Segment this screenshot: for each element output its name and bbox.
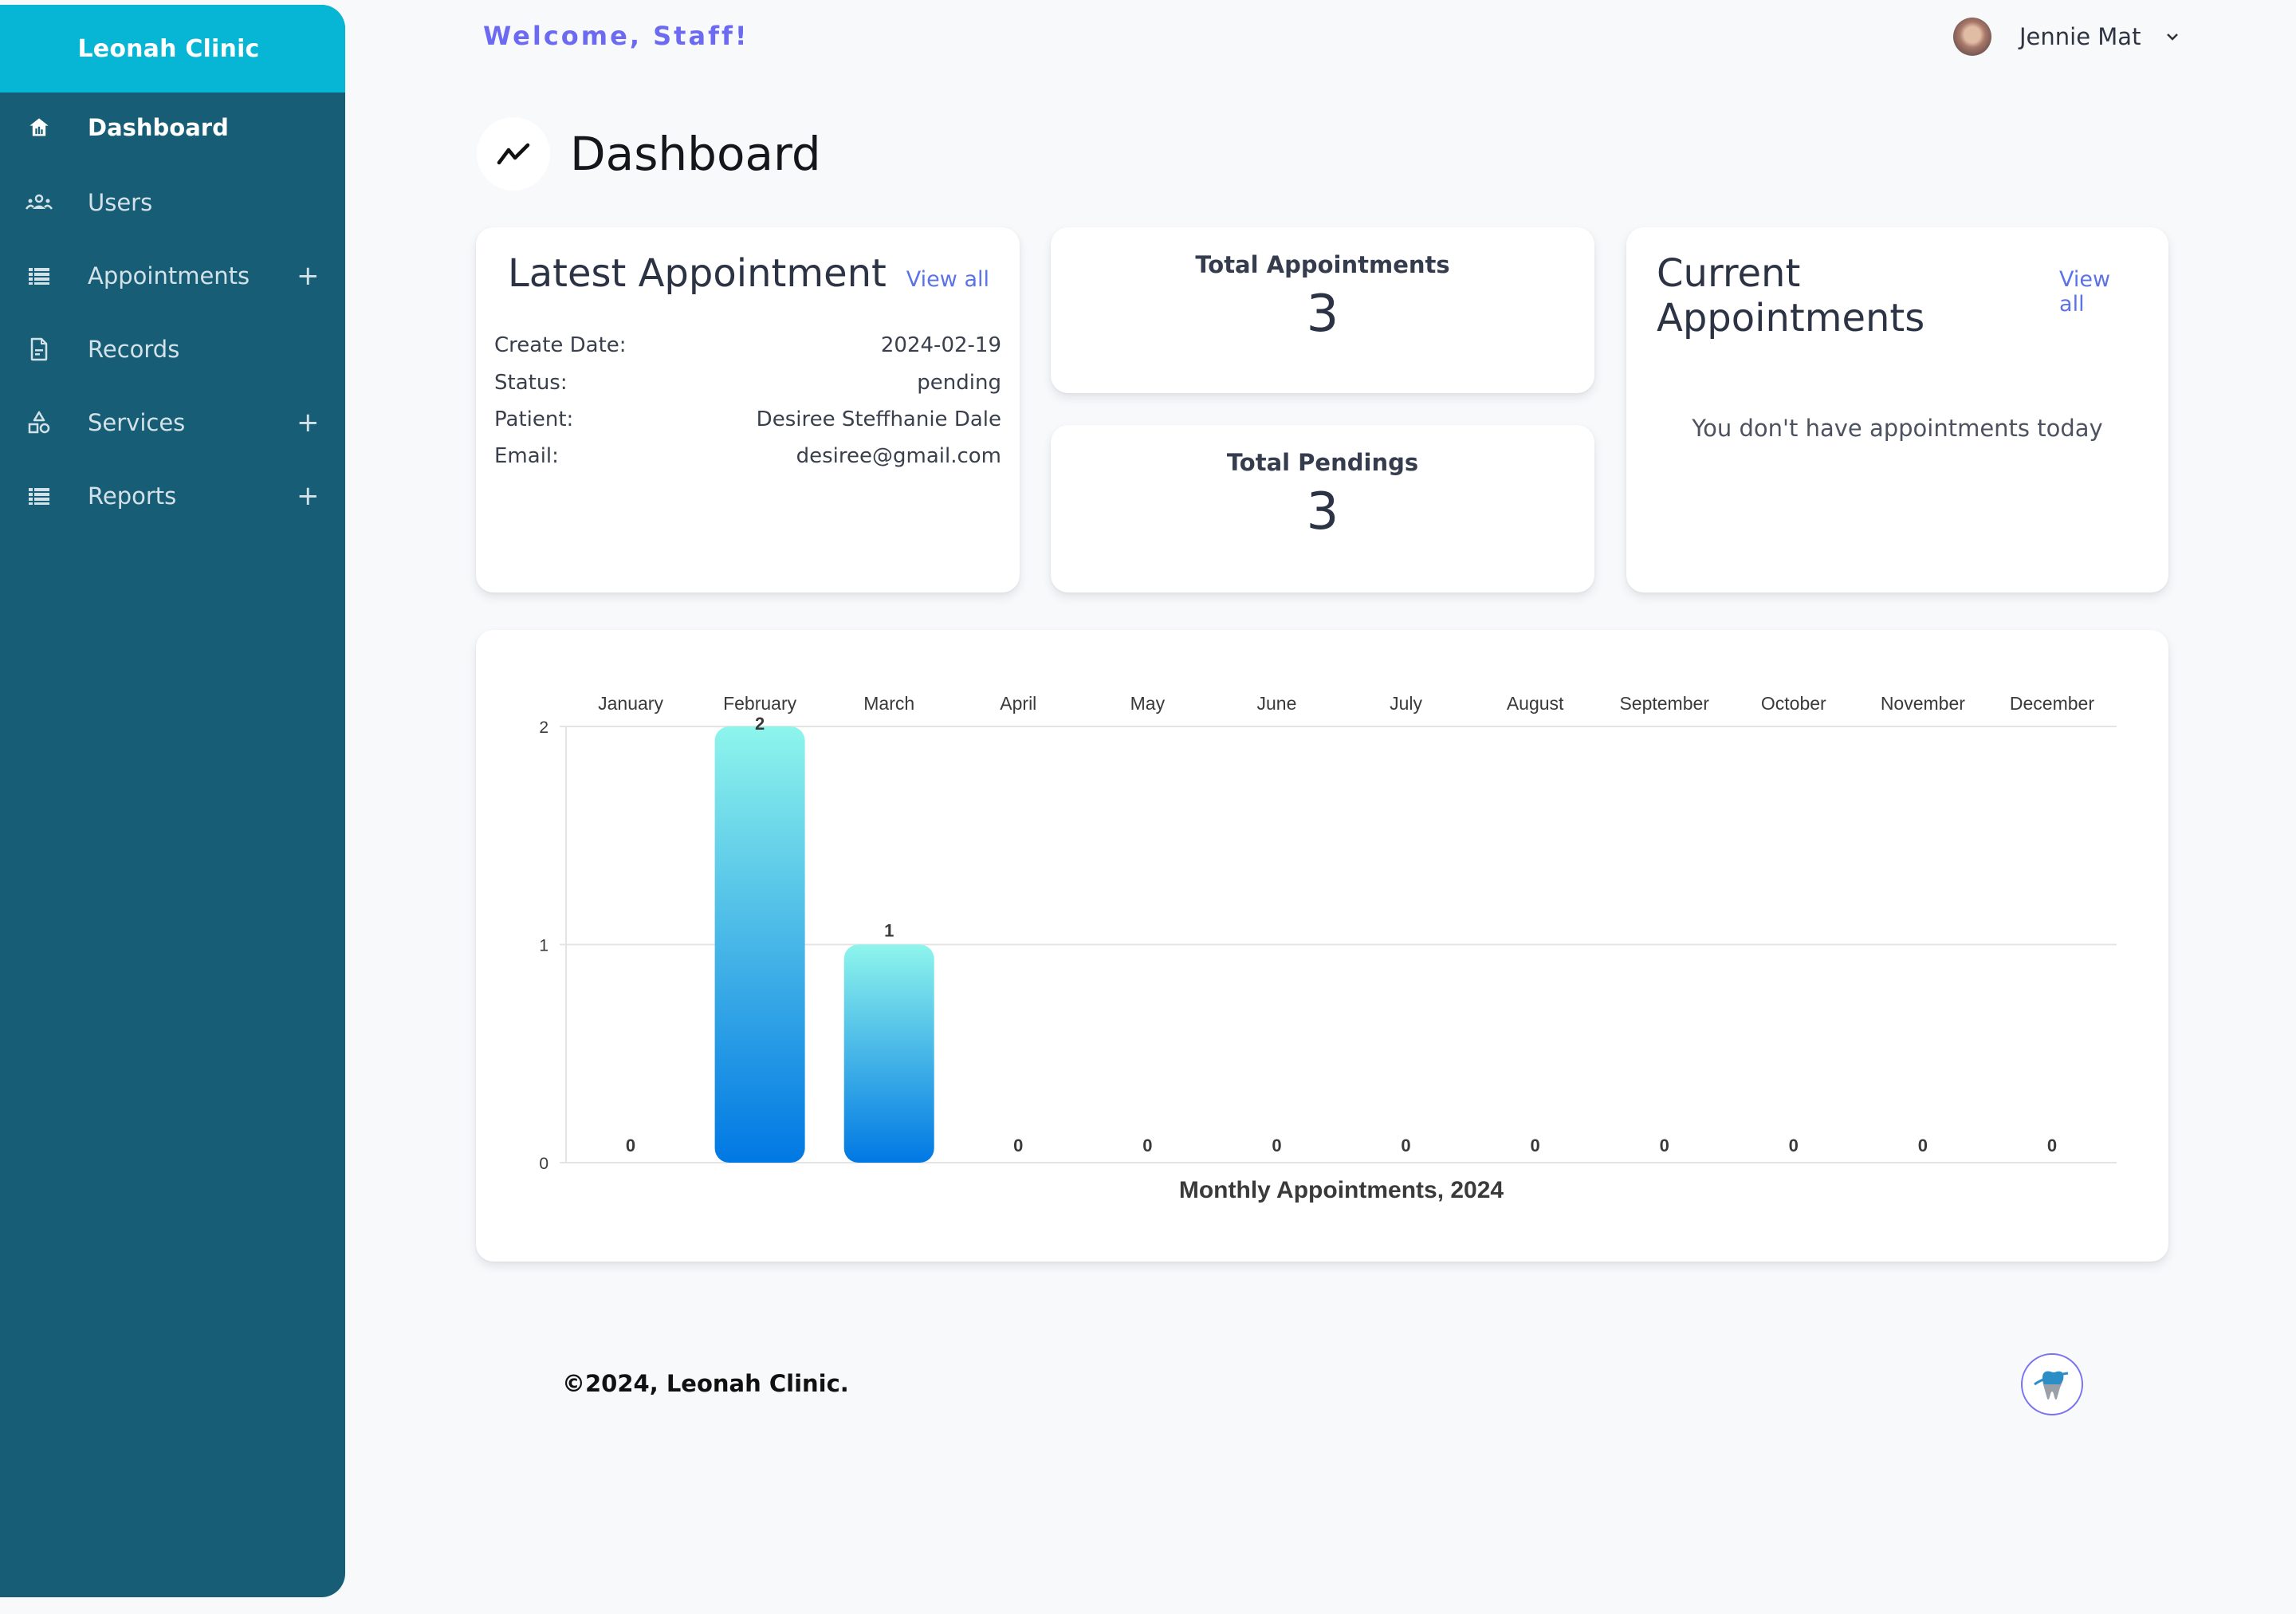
chart-title: Monthly Appointments, 2024 bbox=[1179, 1177, 1504, 1203]
total-appointments-card: Total Appointments 3 bbox=[1051, 227, 1594, 393]
detail-label: Create Date: bbox=[494, 333, 627, 357]
data-label: 0 bbox=[1531, 1136, 1540, 1155]
shapes-icon bbox=[26, 409, 53, 436]
document-icon bbox=[26, 336, 53, 363]
detail-value: 2024-02-19 bbox=[880, 333, 1001, 357]
data-label: 0 bbox=[1660, 1136, 1669, 1155]
sidebar-item-label: Reports bbox=[88, 482, 177, 510]
x-tick-label: January bbox=[598, 693, 663, 714]
page-header: Dashboard bbox=[477, 117, 821, 191]
card-title: Current Appointments bbox=[1657, 251, 1925, 341]
latest-appointment-card: Latest Appointment View all Create Date:… bbox=[476, 227, 1020, 592]
card-header: Latest Appointment View all bbox=[508, 251, 989, 296]
view-all-link[interactable]: View all bbox=[906, 267, 989, 292]
sidebar-item-label: Appointments bbox=[88, 262, 250, 289]
users-icon bbox=[26, 189, 53, 216]
detail-label: Status: bbox=[494, 371, 568, 395]
x-tick-label: April bbox=[1000, 693, 1036, 714]
x-tick-label: February bbox=[723, 693, 797, 714]
sidebar: Leonah Clinic Dashboard Users Appointmen… bbox=[0, 5, 345, 1597]
detail-label: Email: bbox=[494, 444, 559, 468]
y-tick-label: 2 bbox=[539, 718, 548, 737]
data-label: 0 bbox=[626, 1136, 635, 1155]
x-tick-label: March bbox=[863, 693, 914, 714]
bar[interactable] bbox=[843, 944, 934, 1163]
sidebar-item-label: Services bbox=[88, 409, 186, 436]
detail-label: Patient: bbox=[494, 407, 574, 431]
stat-label: Total Pendings bbox=[1226, 449, 1419, 476]
list-icon bbox=[26, 482, 53, 510]
tooth-logo-icon bbox=[2021, 1353, 2083, 1415]
sidebar-header: Leonah Clinic bbox=[0, 5, 345, 93]
detail-row: Create Date: 2024-02-19 bbox=[494, 333, 1001, 357]
monthly-appointments-chart: 012January0February2March1April0May0June… bbox=[539, 693, 2117, 1203]
detail-row: Patient: Desiree Steffhanie Dale bbox=[494, 407, 1001, 431]
view-all-link[interactable]: View all bbox=[2059, 267, 2138, 317]
detail-row: Status: pending bbox=[494, 371, 1001, 395]
y-tick-label: 1 bbox=[539, 937, 548, 955]
sidebar-item-users[interactable]: Users bbox=[0, 171, 345, 234]
sidebar-item-appointments[interactable]: Appointments + bbox=[0, 244, 345, 308]
x-tick-label: December bbox=[2010, 693, 2094, 714]
data-label: 1 bbox=[884, 921, 894, 941]
welcome-message: Welcome, Staff! bbox=[483, 21, 749, 51]
data-label: 0 bbox=[1272, 1136, 1281, 1155]
user-name[interactable]: Jennie Mat bbox=[2019, 23, 2141, 50]
sidebar-item-label: Users bbox=[88, 189, 153, 216]
data-label: 0 bbox=[1789, 1136, 1799, 1155]
detail-value: Desiree Steffhanie Dale bbox=[756, 407, 1001, 431]
expand-icon[interactable]: + bbox=[297, 407, 320, 439]
home-icon bbox=[26, 114, 53, 141]
detail-value: desiree@gmail.com bbox=[796, 444, 1001, 468]
current-appointments-card: Current Appointments View all You don't … bbox=[1626, 227, 2168, 592]
sidebar-item-services[interactable]: Services + bbox=[0, 391, 345, 455]
data-label: 0 bbox=[1142, 1136, 1152, 1155]
page-title: Dashboard bbox=[570, 127, 821, 181]
sidebar-item-label: Records bbox=[88, 336, 180, 363]
expand-icon[interactable]: + bbox=[297, 260, 320, 292]
data-label: 0 bbox=[1918, 1136, 1928, 1155]
x-tick-label: November bbox=[1881, 693, 1965, 714]
x-tick-label: October bbox=[1761, 693, 1826, 714]
footer-copyright: ©2024, Leonah Clinic. bbox=[562, 1370, 849, 1397]
x-tick-label: May bbox=[1130, 693, 1166, 714]
x-tick-label: July bbox=[1390, 693, 1422, 714]
stat-label: Total Appointments bbox=[1195, 251, 1450, 278]
empty-state-message: You don't have appointments today bbox=[1692, 415, 2103, 442]
data-label: 2 bbox=[755, 714, 765, 734]
x-tick-label: September bbox=[1619, 693, 1709, 714]
sidebar-item-records[interactable]: Records bbox=[0, 317, 345, 381]
data-label: 0 bbox=[2047, 1136, 2057, 1155]
card-title: Latest Appointment bbox=[508, 251, 887, 296]
chevron-down-icon[interactable] bbox=[2164, 29, 2180, 45]
total-pendings-card: Total Pendings 3 bbox=[1051, 425, 1594, 592]
detail-row: Email: desiree@gmail.com bbox=[494, 444, 1001, 468]
data-label: 0 bbox=[1401, 1136, 1410, 1155]
detail-value: pending bbox=[917, 371, 1001, 395]
y-tick-label: 0 bbox=[539, 1155, 548, 1173]
expand-icon[interactable]: + bbox=[297, 480, 320, 512]
bar[interactable] bbox=[714, 726, 805, 1163]
list-icon bbox=[26, 262, 53, 289]
sidebar-item-reports[interactable]: Reports + bbox=[0, 464, 345, 528]
avatar[interactable] bbox=[1953, 18, 1991, 56]
stat-value: 3 bbox=[1306, 482, 1339, 541]
x-tick-label: August bbox=[1507, 693, 1564, 714]
monthly-appointments-chart-card: 0 1 2 January 0 February 2 March 1 April 0 May 0 June… bbox=[476, 630, 2168, 1262]
brand-name[interactable]: Leonah Clinic bbox=[77, 35, 259, 63]
x-tick-label: June bbox=[1257, 693, 1297, 714]
user-menu[interactable]: Jennie Mat bbox=[1953, 16, 2180, 57]
sidebar-item-dashboard[interactable]: Dashboard bbox=[0, 96, 345, 159]
stat-value: 3 bbox=[1306, 285, 1339, 344]
data-label: 0 bbox=[1013, 1136, 1023, 1155]
card-header: Current Appointments View all bbox=[1657, 251, 2138, 341]
sidebar-item-label: Dashboard bbox=[88, 114, 229, 141]
trend-line-icon bbox=[477, 117, 550, 191]
